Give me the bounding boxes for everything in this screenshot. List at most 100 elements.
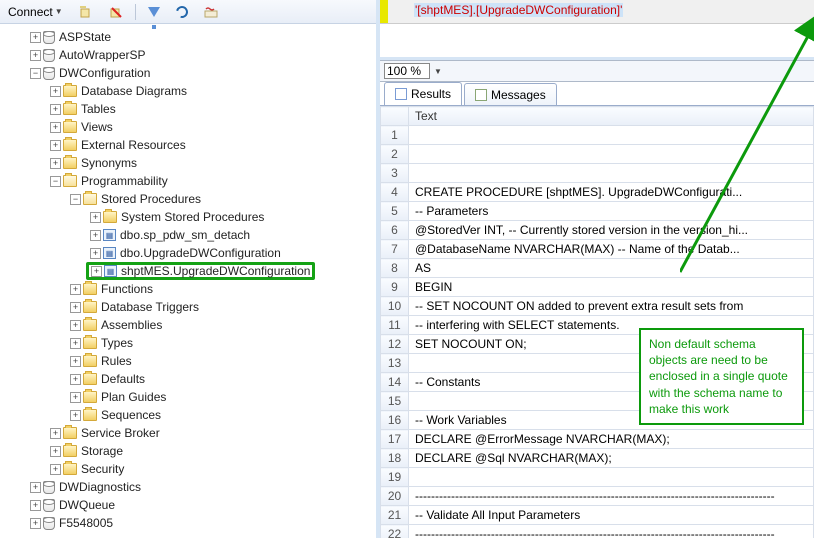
folder-views[interactable]: +Views <box>6 118 376 136</box>
table-row[interactable]: 22--------------------------------------… <box>381 525 814 538</box>
db-autowrapper[interactable]: +AutoWrapperSP <box>6 46 376 64</box>
folder-stored-procedures[interactable]: −Stored Procedures <box>6 190 376 208</box>
folder-db-triggers[interactable]: +Database Triggers <box>6 298 376 316</box>
table-row[interactable]: 3 <box>381 164 814 183</box>
expand-icon[interactable]: + <box>50 104 61 115</box>
table-row[interactable]: 20--------------------------------------… <box>381 487 814 506</box>
grid-cell[interactable]: DECLARE @Sql NVARCHAR(MAX); <box>409 449 814 468</box>
expand-icon[interactable]: + <box>90 230 101 241</box>
table-row[interactable]: 10-- SET NOCOUNT ON added to prevent ext… <box>381 297 814 316</box>
expand-icon[interactable]: + <box>70 356 81 367</box>
db-fnum[interactable]: +F5548005 <box>6 514 376 532</box>
folder-sequences[interactable]: +Sequences <box>6 406 376 424</box>
sproc-dbo-upgradedw[interactable]: +▦dbo.UpgradeDWConfiguration <box>6 244 376 262</box>
grid-cell[interactable]: CREATE PROCEDURE [shptMES]. UpgradeDWCon… <box>409 183 814 202</box>
expand-icon[interactable]: + <box>70 374 81 385</box>
grid-cell[interactable]: -- Validate All Input Parameters <box>409 506 814 525</box>
expand-icon[interactable]: + <box>70 338 81 349</box>
table-row[interactable]: 9BEGIN <box>381 278 814 297</box>
folder-storage[interactable]: +Storage <box>6 442 376 460</box>
tab-results[interactable]: Results <box>384 82 462 105</box>
grid-cell[interactable] <box>409 145 814 164</box>
folder-functions[interactable]: +Functions <box>6 280 376 298</box>
collapse-icon[interactable]: − <box>70 194 81 205</box>
connect-button[interactable]: Connect ▼ <box>4 3 67 21</box>
results-grid[interactable]: Text 1234CREATE PROCEDURE [shptMES]. Upg… <box>380 106 814 538</box>
expand-icon[interactable]: + <box>70 284 81 295</box>
folder-dbdiagrams[interactable]: +Database Diagrams <box>6 82 376 100</box>
expand-icon[interactable]: + <box>70 410 81 421</box>
expand-icon[interactable]: + <box>50 446 61 457</box>
table-row[interactable]: 4CREATE PROCEDURE [shptMES]. UpgradeDWCo… <box>381 183 814 202</box>
table-row[interactable]: 6@StoredVer INT, -- Currently stored ver… <box>381 221 814 240</box>
expand-icon[interactable]: + <box>30 518 41 529</box>
folder-defaults[interactable]: +Defaults <box>6 370 376 388</box>
table-row[interactable]: 21-- Validate All Input Parameters <box>381 506 814 525</box>
db-aspstate[interactable]: +ASPState <box>6 28 376 46</box>
expand-icon[interactable]: + <box>90 248 101 259</box>
collapse-icon[interactable]: − <box>50 176 61 187</box>
object-explorer-tree[interactable]: +ASPState +AutoWrapperSP −DWConfiguratio… <box>0 24 376 538</box>
expand-icon[interactable]: + <box>30 32 41 43</box>
refresh-button[interactable] <box>172 4 192 20</box>
table-row[interactable]: 5-- Parameters <box>381 202 814 221</box>
folder-programmability[interactable]: −Programmability <box>6 172 376 190</box>
grid-header-text[interactable]: Text <box>409 107 814 126</box>
expand-icon[interactable]: + <box>50 428 61 439</box>
folder-synonyms[interactable]: +Synonyms <box>6 154 376 172</box>
filter-button[interactable] <box>144 5 164 19</box>
sql-editor[interactable]: '[shptMES].[UpgradeDWConfiguration]' <box>380 0 814 24</box>
folder-tables[interactable]: +Tables <box>6 100 376 118</box>
folder-plan-guides[interactable]: +Plan Guides <box>6 388 376 406</box>
grid-cell[interactable] <box>409 468 814 487</box>
grid-cell[interactable]: @DatabaseName NVARCHAR(MAX) -- Name of t… <box>409 240 814 259</box>
folder-rules[interactable]: +Rules <box>6 352 376 370</box>
script-button[interactable] <box>200 3 222 21</box>
sproc-sp-pdw-sm-detach[interactable]: +▦dbo.sp_pdw_sm_detach <box>6 226 376 244</box>
expand-icon[interactable]: + <box>30 500 41 511</box>
grid-cell[interactable]: DECLARE @ErrorMessage NVARCHAR(MAX); <box>409 430 814 449</box>
sproc-shptmes-upgradedw[interactable]: +▦shptMES.UpgradeDWConfiguration <box>86 262 315 280</box>
expand-icon[interactable]: + <box>70 302 81 313</box>
expand-icon[interactable]: + <box>91 266 102 277</box>
tab-messages[interactable]: Messages <box>464 83 557 105</box>
grid-cell[interactable]: @StoredVer INT, -- Currently stored vers… <box>409 221 814 240</box>
folder-service-broker[interactable]: +Service Broker <box>6 424 376 442</box>
expand-icon[interactable]: + <box>90 212 101 223</box>
table-row[interactable]: 19 <box>381 468 814 487</box>
grid-cell[interactable] <box>409 164 814 183</box>
table-row[interactable]: 18DECLARE @Sql NVARCHAR(MAX); <box>381 449 814 468</box>
expand-icon[interactable]: + <box>50 122 61 133</box>
chevron-down-icon[interactable]: ▼ <box>434 67 442 76</box>
grid-cell[interactable]: -- SET NOCOUNT ON added to prevent extra… <box>409 297 814 316</box>
expand-icon[interactable]: + <box>30 50 41 61</box>
zoom-input[interactable] <box>384 63 430 79</box>
db-dwqueue[interactable]: +DWQueue <box>6 496 376 514</box>
folder-system-sprocs[interactable]: +System Stored Procedures <box>6 208 376 226</box>
table-row[interactable]: 2 <box>381 145 814 164</box>
table-row[interactable]: 17DECLARE @ErrorMessage NVARCHAR(MAX); <box>381 430 814 449</box>
grid-cell[interactable]: -- Parameters <box>409 202 814 221</box>
expand-icon[interactable]: + <box>50 464 61 475</box>
folder-types[interactable]: +Types <box>6 334 376 352</box>
db-dwconfig[interactable]: −DWConfiguration <box>6 64 376 82</box>
expand-icon[interactable]: + <box>70 392 81 403</box>
grid-cell[interactable]: BEGIN <box>409 278 814 297</box>
grid-cell[interactable]: AS <box>409 259 814 278</box>
table-row[interactable]: 1 <box>381 126 814 145</box>
folder-assemblies[interactable]: +Assemblies <box>6 316 376 334</box>
expand-icon[interactable]: + <box>50 86 61 97</box>
expand-icon[interactable]: + <box>30 482 41 493</box>
folder-external-resources[interactable]: +External Resources <box>6 136 376 154</box>
table-row[interactable]: 8AS <box>381 259 814 278</box>
expand-icon[interactable]: + <box>50 140 61 151</box>
expand-icon[interactable]: + <box>70 320 81 331</box>
db-dwdiagnostics[interactable]: +DWDiagnostics <box>6 478 376 496</box>
expand-icon[interactable]: + <box>50 158 61 169</box>
folder-security[interactable]: +Security <box>6 460 376 478</box>
table-row[interactable]: 7@DatabaseName NVARCHAR(MAX) -- Name of … <box>381 240 814 259</box>
connect-icon-button[interactable] <box>75 3 97 21</box>
grid-cell[interactable]: ----------------------------------------… <box>409 525 814 538</box>
disconnect-icon-button[interactable] <box>105 3 127 21</box>
collapse-icon[interactable]: − <box>30 68 41 79</box>
